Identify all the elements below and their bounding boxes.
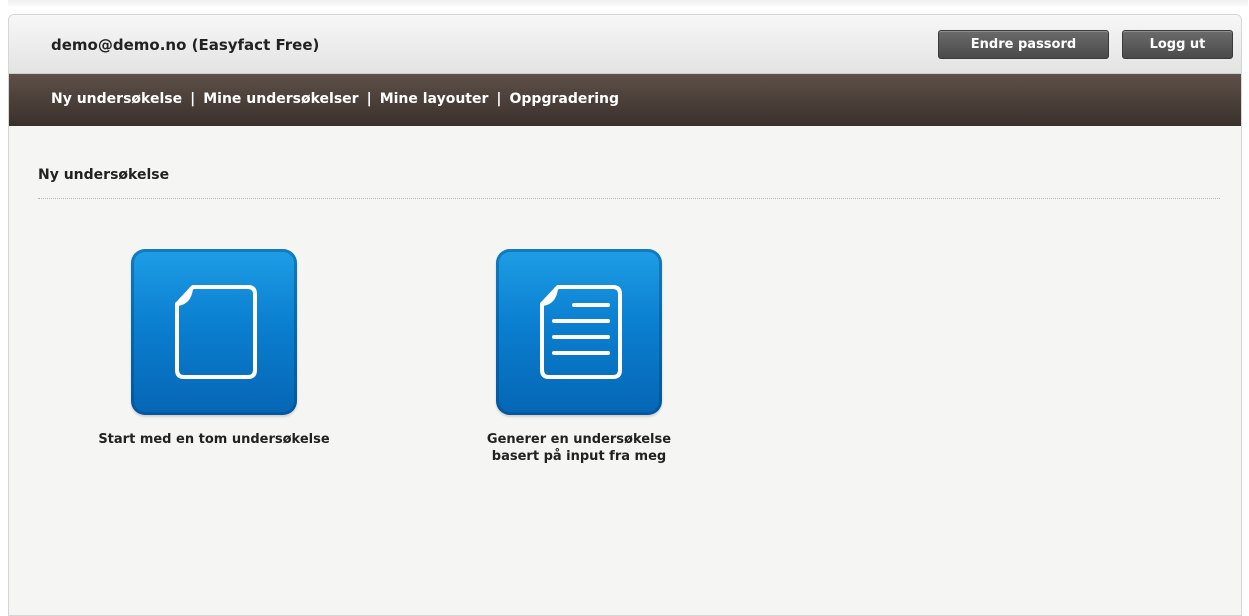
nav-item-my-layouts[interactable]: Mine layouter: [380, 91, 489, 107]
nav-item-my-surveys[interactable]: Mine undersøkelser: [203, 91, 358, 107]
nav-separator: |: [366, 91, 372, 107]
blank-survey-label: Start med en tom undersøkelse: [98, 432, 330, 447]
change-password-button[interactable]: Endre passord: [938, 30, 1109, 59]
generate-survey-tile[interactable]: [496, 249, 662, 415]
app-frame: demo@demo.no (Easyfact Free) Endre passo…: [8, 14, 1242, 616]
nav-item-upgrade[interactable]: Oppgradering: [510, 91, 620, 107]
text-document-icon: [540, 285, 622, 379]
main-nav: Ny undersøkelse | Mine undersøkelser | Mine …: [9, 74, 1241, 126]
blank-document-icon: [175, 285, 257, 379]
logout-button[interactable]: Logg ut: [1122, 30, 1233, 59]
nav-separator: |: [496, 91, 502, 107]
blank-survey-tile[interactable]: [131, 249, 297, 415]
browser-top-strip: [8, 0, 1248, 6]
generate-survey-option[interactable]: Generer en undersøkelse basert på input …: [429, 249, 729, 465]
header-bar: demo@demo.no (Easyfact Free) Endre passo…: [9, 15, 1241, 74]
nav-item-new-survey[interactable]: Ny undersøkelse: [51, 91, 182, 107]
account-label: demo@demo.no (Easyfact Free): [51, 36, 320, 54]
title-divider: [38, 198, 1220, 199]
page-title: Ny undersøkelse: [38, 167, 170, 183]
start-blank-survey-option[interactable]: Start med en tom undersøkelse: [64, 249, 364, 448]
generate-survey-label: Generer en undersøkelse basert på input …: [486, 432, 672, 464]
nav-separator: |: [190, 91, 196, 107]
